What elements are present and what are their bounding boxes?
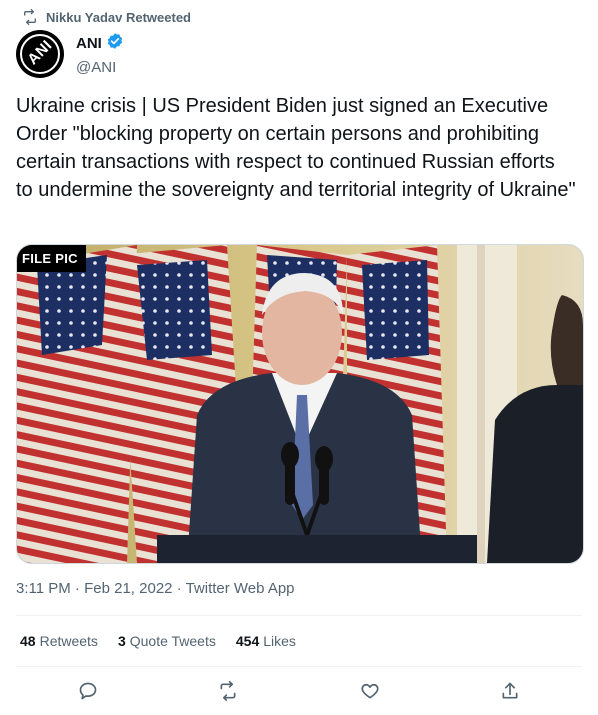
retweeted-by-text: Nikku Yadav Retweeted	[46, 9, 191, 25]
tweet-actions	[16, 678, 582, 708]
like-button[interactable]	[355, 678, 385, 708]
tweet-date[interactable]: Feb 21, 2022	[84, 580, 172, 597]
tweet-time[interactable]: 3:11 PM	[16, 580, 71, 597]
share-icon	[500, 681, 520, 706]
like-icon	[360, 681, 380, 706]
quote-tweets-count: 3	[117, 633, 126, 649]
meta-separator: ·	[172, 580, 186, 597]
retweets-stat[interactable]: 48 Retweets	[20, 633, 98, 649]
avatar[interactable]: ANI	[16, 30, 64, 78]
retweet-action-icon	[218, 680, 238, 706]
tweet-text: Ukraine crisis | US President Biden just…	[16, 95, 576, 201]
reply-button[interactable]	[73, 678, 103, 708]
verified-badge-icon	[106, 32, 124, 56]
divider	[16, 615, 582, 616]
retweets-count: 48	[20, 633, 36, 649]
file-pic-badge: FILE PIC	[17, 245, 86, 272]
meta-separator: ·	[70, 580, 85, 597]
media-photo-illustration	[17, 245, 583, 563]
tweet-source[interactable]: Twitter Web App	[186, 580, 295, 597]
share-button[interactable]	[495, 678, 525, 708]
retweets-label: Retweets	[39, 633, 98, 649]
author-name[interactable]: ANI	[76, 34, 102, 54]
tweet-author: ANI ANI @ANI	[16, 30, 124, 78]
retweeted-banner[interactable]: Nikku Yadav Retweeted	[22, 8, 191, 26]
likes-stat[interactable]: 454 Likes	[236, 633, 296, 649]
tweet-timestamp: 3:11 PM · Feb 21, 2022 · Twitter Web App	[16, 580, 295, 597]
tweet-media-image[interactable]: FILE PIC	[16, 244, 584, 564]
retweet-icon	[22, 9, 38, 25]
likes-label: Likes	[263, 633, 296, 649]
tweet-stats: 48 Retweets 3 Quote Tweets 454 Likes	[20, 633, 296, 649]
reply-icon	[78, 681, 98, 706]
author-handle[interactable]: @ANI	[76, 58, 124, 78]
likes-count: 454	[235, 633, 260, 649]
quote-tweets-label: Quote Tweets	[129, 633, 216, 649]
quote-tweets-stat[interactable]: 3 Quote Tweets	[118, 633, 216, 649]
retweet-button[interactable]	[213, 678, 243, 708]
divider	[16, 666, 582, 667]
